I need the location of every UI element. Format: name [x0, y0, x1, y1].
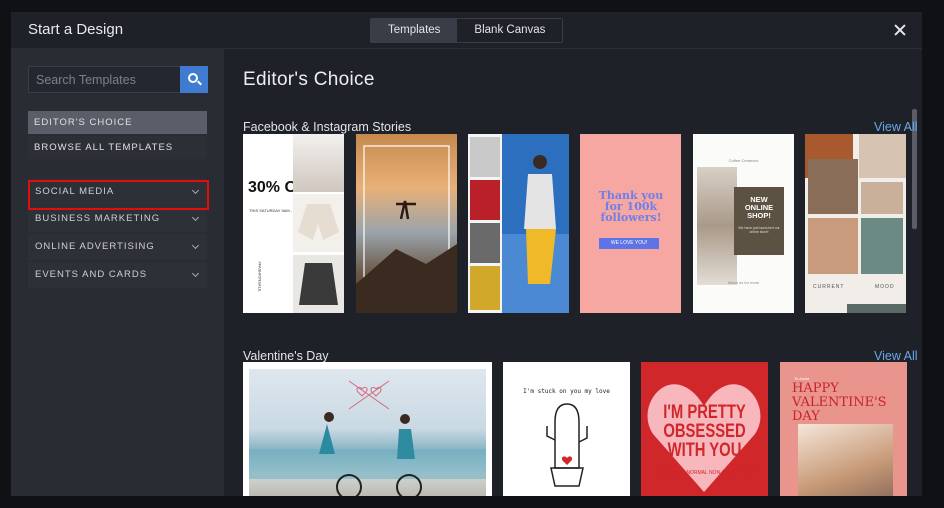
section-title-stories: Facebook & Instagram Stories: [243, 120, 412, 134]
dark-sweater-photo: [293, 255, 344, 313]
template-card-fashion-sale[interactable]: 30% OFF THIS SATURDAY 9AM - 5PM #FASHION…: [243, 134, 344, 313]
view-all-valentines-link[interactable]: View All: [874, 349, 918, 363]
modal-title: Start a Design: [28, 21, 124, 38]
card-footer-text: follow us for more: [727, 280, 760, 285]
card-button: WE LOVE YOU!: [599, 238, 659, 249]
category-label: ONLINE ADVERTISING: [35, 241, 155, 252]
category-online-advertising[interactable]: ONLINE ADVERTISING: [28, 234, 207, 260]
card-brand: Coffee Ceramics: [728, 158, 759, 163]
nav-browse-all-templates[interactable]: BROWSE ALL TEMPLATES: [28, 136, 207, 159]
search-bar: [28, 66, 208, 93]
start-design-modal: Start a Design Templates Blank Canvas ED…: [11, 12, 922, 496]
card-headline: Thank you for 100k followers!: [598, 189, 664, 224]
search-input[interactable]: [28, 66, 181, 93]
friends-photo: [798, 424, 893, 496]
card-body-text: We have just launched our online store!: [738, 226, 780, 234]
chevron-down-icon: [191, 241, 200, 250]
template-card-yoga-photo[interactable]: [356, 134, 457, 313]
business-marketing-highlight: [28, 180, 209, 210]
category-label: BUSINESS MARKETING: [35, 213, 161, 224]
main-content: Editor's Choice Facebook & Instagram Sto…: [224, 49, 922, 496]
template-card-couple-bike[interactable]: [243, 362, 492, 496]
tab-blank-canvas[interactable]: Blank Canvas: [457, 19, 563, 42]
card-side-text: #FASHIONSALE: [257, 261, 263, 292]
template-card-fashion-collage[interactable]: [468, 134, 569, 313]
couple-photo: [249, 369, 486, 496]
chevron-down-icon: [191, 269, 200, 278]
section-title-valentines: Valentine's Day: [243, 349, 329, 363]
card-headline: HAPPY VALENTINE'S DAY: [792, 381, 887, 424]
coffee-photo: [697, 167, 737, 285]
chevron-down-icon: [191, 213, 200, 222]
card-headline: NEW ONLINE SHOP!: [744, 195, 774, 220]
clothes-rack-photo: [293, 134, 344, 192]
card-subtext: IN A TOTALLY NORMAL NON-CREEPY WAY!: [653, 470, 756, 476]
sidebar: EDITOR'S CHOICE BROWSE ALL TEMPLATES SOC…: [11, 49, 224, 496]
card-label-mood: MOOD: [875, 284, 895, 290]
sweater-photo: [293, 194, 344, 252]
card-label-current: CURRENT: [813, 284, 845, 290]
category-events-and-cards[interactable]: EVENTS AND CARDS: [28, 262, 207, 288]
card-headline: I'M PRETTY OBSESSED WITH YOU: [663, 402, 746, 461]
search-button[interactable]: [180, 66, 208, 93]
template-card-mood-board[interactable]: CURRENT MOOD: [805, 134, 906, 313]
close-icon[interactable]: [892, 22, 908, 38]
tab-templates[interactable]: Templates: [371, 19, 458, 42]
category-label: EVENTS AND CARDS: [35, 269, 148, 280]
nav-editors-choice[interactable]: EDITOR'S CHOICE: [28, 111, 207, 134]
template-card-happy-valentines[interactable]: To Annie HAPPY VALENTINE'S DAY: [780, 362, 907, 496]
template-card-cactus[interactable]: I'm stuck on you my love: [503, 362, 630, 496]
page-title: Editor's Choice: [243, 69, 375, 90]
template-card-new-shop[interactable]: Coffee Ceramics NEW ONLINE SHOP! We have…: [693, 134, 794, 313]
modal-header: Start a Design Templates Blank Canvas: [11, 12, 922, 49]
template-card-thank-you[interactable]: Thank you for 100k followers! WE LOVE YO…: [580, 134, 681, 313]
mode-switch: Templates Blank Canvas: [370, 18, 564, 43]
template-card-pretty-obsessed[interactable]: I'M PRETTY OBSESSED WITH YOU IN A TOTALL…: [641, 362, 768, 496]
view-all-stories-link[interactable]: View All: [874, 120, 918, 134]
